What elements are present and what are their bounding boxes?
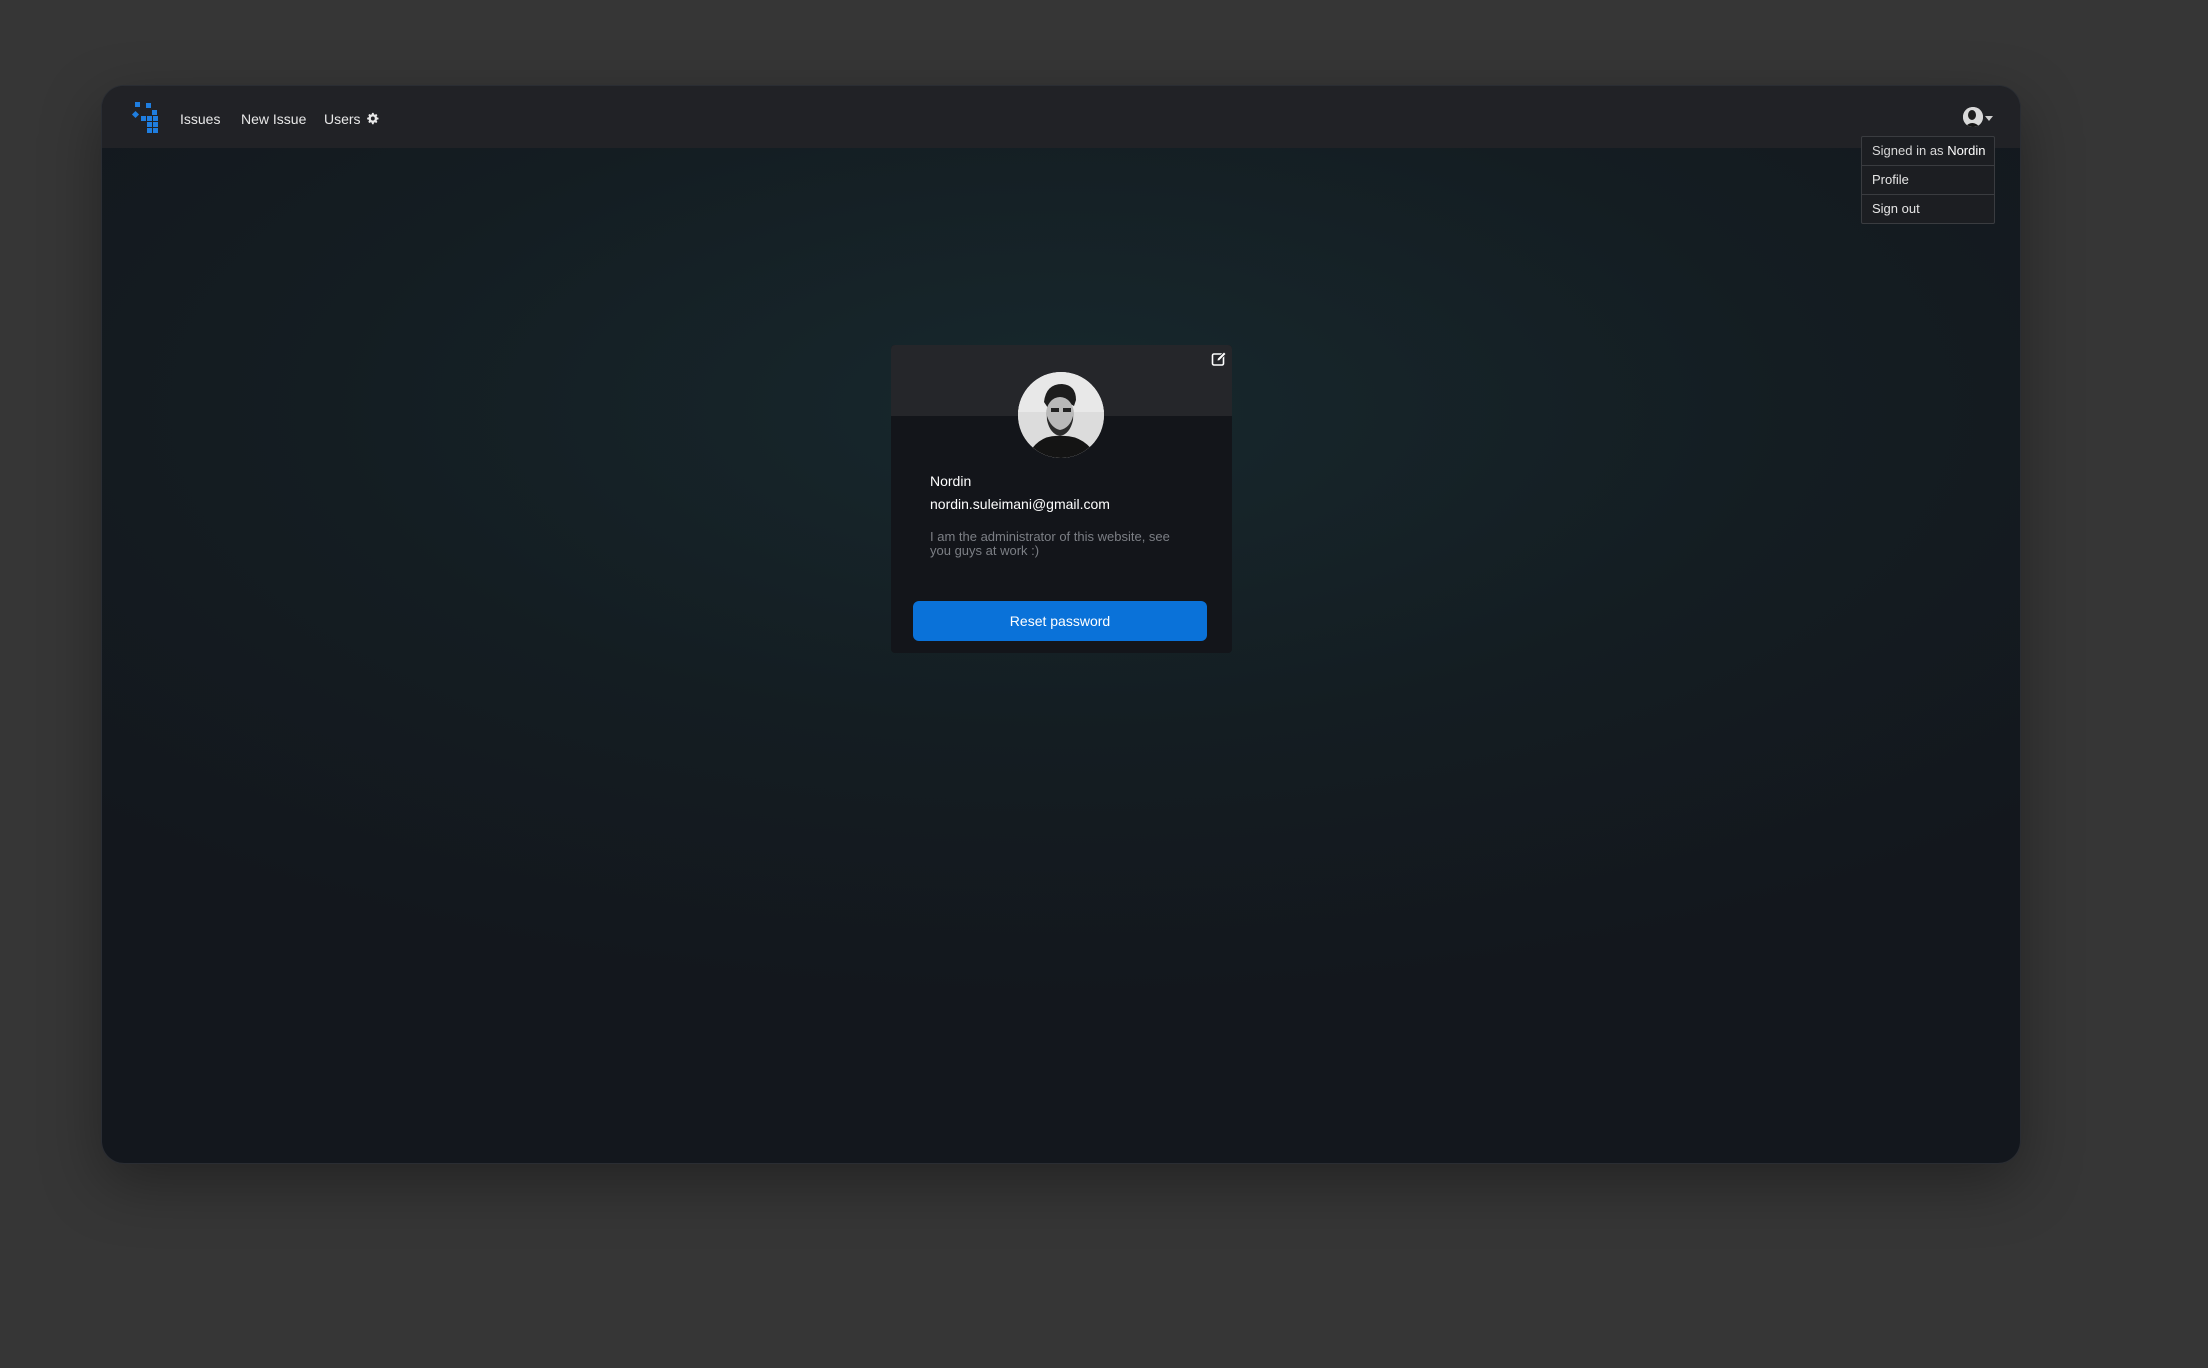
nav-users-label: Users [324,111,361,127]
app-window: Issues New Issue Users Signed in as Nord… [102,86,2020,1163]
user-avatar [1963,107,1983,127]
profile-email: nordin.suleimani@gmail.com [930,496,1110,512]
profile-card: Nordin nordin.suleimani@gmail.com I am t… [891,345,1232,653]
user-dropdown-menu: Signed in as Nordin Profile Sign out [1861,136,1995,224]
gear-icon [367,113,379,125]
signed-in-as: Signed in as Nordin [1862,137,1994,166]
profile-name: Nordin [930,473,972,489]
nav-issues-link[interactable]: Issues [180,86,220,148]
nav-new-issue-link[interactable]: New Issue [241,86,306,148]
profile-bio: I am the administrator of this website, … [930,529,1170,558]
user-menu-toggle[interactable] [1963,106,1993,128]
navbar: Issues New Issue Users [102,86,2020,148]
logo-icon[interactable] [131,100,165,134]
caret-down-icon [1985,115,1993,121]
reset-password-button[interactable]: Reset password [913,601,1207,641]
signed-in-user: Nordin [1947,143,1986,158]
dropdown-item-sign-out[interactable]: Sign out [1862,195,1994,223]
dropdown-item-profile[interactable]: Profile [1862,166,1994,195]
profile-avatar [1018,372,1104,458]
nav-users-link[interactable]: Users [324,86,379,148]
edit-icon[interactable] [1211,351,1227,367]
signed-in-prefix: Signed in as [1872,143,1944,158]
